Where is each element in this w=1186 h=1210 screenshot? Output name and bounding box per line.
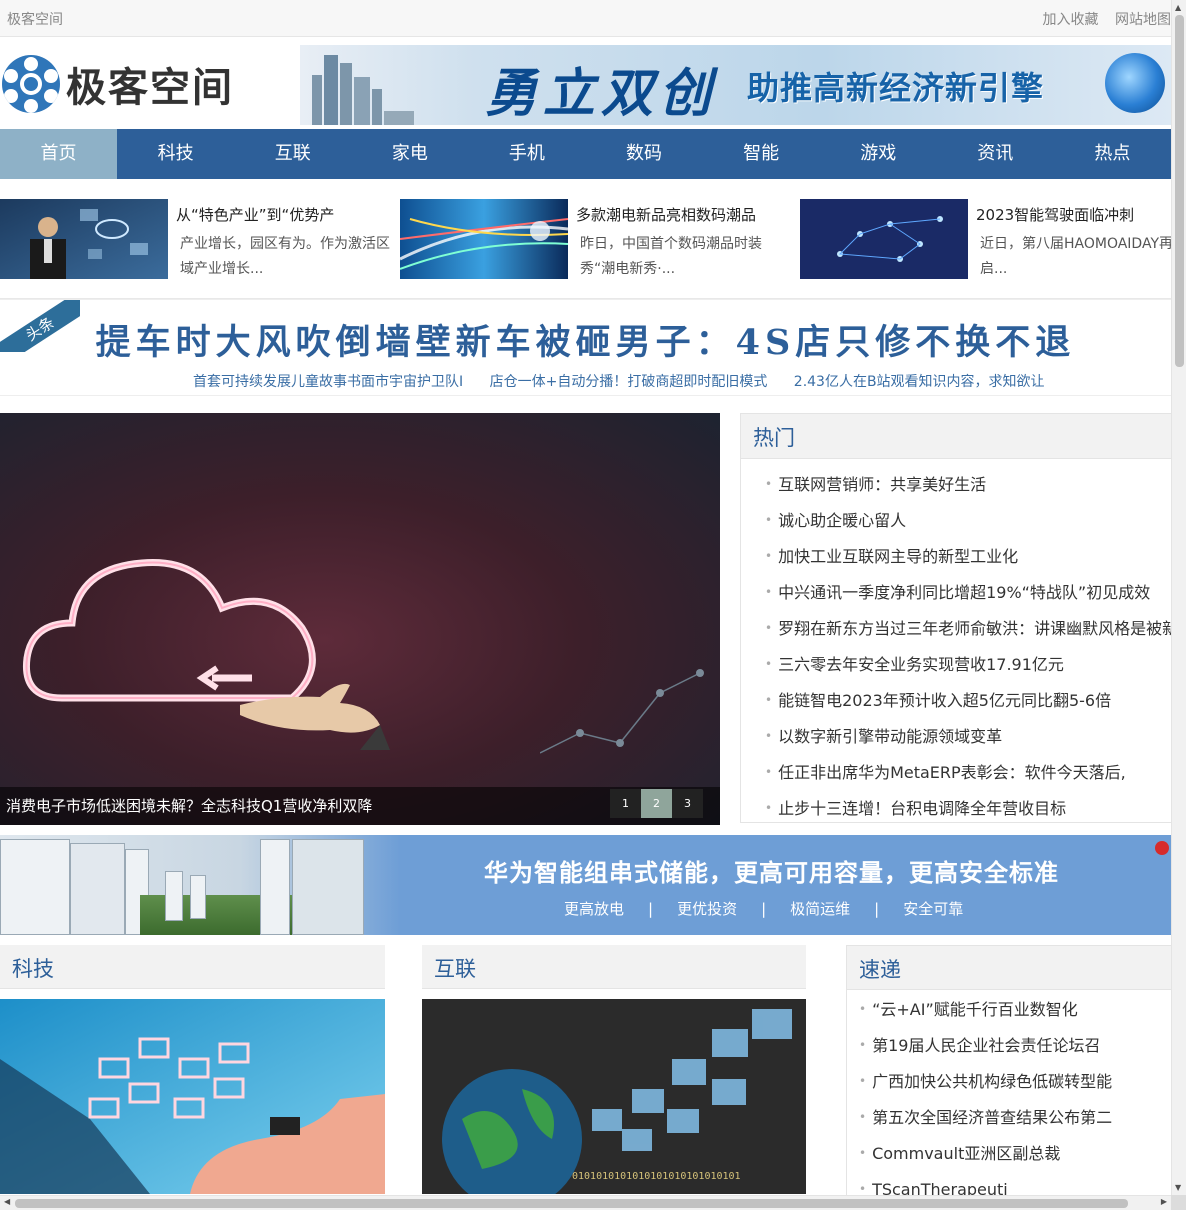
hot-box: 热门 互联网营销师：共享美好生活 诚心助企暖心留人 加快工业互联网主导的新型工业… [740,413,1171,823]
express-header: 速递 [847,946,1171,990]
top-links: 加入收藏 网站地图 [1031,9,1171,29]
tech-image[interactable] [0,999,385,1194]
feature-row: 从“特色产业”到“优势产 产业增长，园区有为。作为激活区域产业增长... 多款潮… [0,179,1171,299]
hot-item[interactable]: 以数字新引擎带动能源领域变革 [765,719,1171,755]
tech-header: 科技 [0,945,385,989]
logo[interactable]: 极客空间 [2,55,234,113]
feature-title[interactable]: 2023智能驾驶面临冲刺 [976,204,1134,225]
horizontal-scrollbar[interactable]: ◀ ▶ [0,1195,1171,1210]
feature-thumbnail[interactable] [800,199,968,279]
express-list: “云+AI”赋能千行百业数智化 第19届人民企业社会责任论坛召 广西加快公共机构… [847,990,1171,1195]
banner-calligraphy: 勇立双创 [485,63,718,124]
nav-item-appliances[interactable]: 家电 [351,129,468,179]
nav-item-mobile[interactable]: 手机 [468,129,585,179]
internet-title[interactable]: 互联 [434,953,476,983]
headline-subs: 首套可持续发展儿童故事书面市宇宙护卫队I 店仓一体+自动分播！打破商超即时配旧模… [193,371,1067,391]
nav-item-home[interactable]: 首页 [0,129,118,179]
logo-icon [2,55,60,113]
ad-image [0,835,400,935]
express-title[interactable]: 速递 [859,954,901,984]
nav-item-tech[interactable]: 科技 [117,129,234,179]
site-name: 极客空间 [7,12,63,28]
internet-header: 互联 [422,945,806,989]
hot-item[interactable]: 任正非出席华为MetaERP表彰会：软件今天落后, [765,755,1171,791]
main-row: 消费电子市场低迷困境未解？全志科技Q1营收净利双降 1 2 3 热门 互联网营销… [0,413,1171,835]
banner-slogan: 助推高新经济新引擎 [747,69,1045,107]
nav-item-games[interactable]: 游戏 [820,129,937,179]
feature-card[interactable]: 2023智能驾驶面临冲刺 近日，第八届HAOMOAIDAY再开启... [800,199,1171,279]
tech-column: 科技 [0,945,385,1194]
scrollbar-corner [1171,1195,1186,1210]
scroll-left-icon[interactable]: ◀ [4,1197,10,1206]
header: 极客空间 勇立双创 助推高新经济新引擎 [0,37,1171,129]
headline-sub-link[interactable]: 首套可持续发展儿童故事书面市宇宙护卫队I [193,374,463,390]
vertical-scroll-thumb[interactable] [1175,15,1184,367]
nav-item-news[interactable]: 资讯 [937,129,1054,179]
hot-item[interactable]: 中兴通讯一季度净利同比增超19%“特战队”初见成效 [765,575,1171,611]
headline-title[interactable]: 提车时大风吹倒墙壁新车被砸男子：4S店只修不换不退 [0,314,1171,365]
hot-item[interactable]: 止步十三连增！台积电调降全年营收目标 [765,791,1171,827]
express-item[interactable]: TScanTherapeuti [859,1172,1171,1195]
ad-features: 更高放电 | 更优投资 | 极简运维 | 安全可靠 [564,900,964,918]
hot-item[interactable]: 加快工业互联网主导的新型工业化 [765,539,1171,575]
internet-column: 互联 0101010101010101010101010101 [422,945,806,1194]
feature-title[interactable]: 多款潮电新品亮相数码潮品 [576,204,756,225]
vertical-scrollbar[interactable]: ▲ ▼ [1171,0,1186,1195]
hot-item[interactable]: 互联网营销师：共享美好生活 [765,467,1171,503]
hot-item[interactable]: 三六零去年安全业务实现营收17.91亿元 [765,647,1171,683]
add-favorite-link[interactable]: 加入收藏 [1043,12,1099,28]
tech-title[interactable]: 科技 [12,953,54,983]
hot-item[interactable]: 能链智电2023年预计收入超5亿元同比翻5-6倍 [765,683,1171,719]
page: 极客空间 加入收藏 网站地图 极客空间 勇立双创 助推高新经济新引擎 首页 科技… [0,0,1171,1195]
feature-title[interactable]: 从“特色产业”到“优势产 [176,204,334,225]
internet-image[interactable]: 0101010101010101010101010101 [422,999,806,1194]
headline-sub-link[interactable]: 2.43亿人在B站观看知识内容，求知欲让 [794,374,1045,390]
hot-header: 热门 [741,414,1171,459]
express-column: 速递 “云+AI”赋能千行百业数智化 第19届人民企业社会责任论坛召 广西加快公… [846,945,1171,1195]
top-bar: 极客空间 加入收藏 网站地图 [0,0,1171,37]
feature-thumbnail[interactable] [400,199,568,279]
slider-page-2[interactable]: 2 [641,789,672,818]
hand-image [240,683,390,750]
hot-item[interactable]: 罗翔在新东方当过三年老师俞敏洪：讲课幽默风格是被新东方 [765,611,1171,647]
feature-desc: 近日，第八届HAOMOAIDAY再开启... [980,236,1171,277]
scroll-right-icon[interactable]: ▶ [1161,1197,1167,1206]
hot-title: 热门 [753,426,795,450]
scroll-up-icon[interactable]: ▲ [1175,3,1181,12]
image-slider[interactable]: 消费电子市场低迷困境未解？全志科技Q1营收净利双降 1 2 3 [0,413,720,825]
nav-item-smart[interactable]: 智能 [703,129,820,179]
express-item[interactable]: 第19届人民企业社会责任论坛召 [859,1028,1171,1064]
express-item[interactable]: “云+AI”赋能千行百业数智化 [859,992,1171,1028]
nav-item-internet[interactable]: 互联 [234,129,351,179]
express-item[interactable]: Commvault亚洲区副总裁 [859,1136,1171,1172]
slider-pagination: 1 2 3 [610,789,703,818]
feature-card[interactable]: 从“特色产业”到“优势产 产业增长，园区有为。作为激活区域产业增长... [0,199,400,279]
nav-item-hot[interactable]: 热点 [1054,129,1171,179]
header-banner[interactable]: 勇立双创 助推高新经济新引擎 [300,45,1171,125]
hot-list: 互联网营销师：共享美好生活 诚心助企暖心留人 加快工业互联网主导的新型工业化 中… [741,459,1171,827]
huawei-logo-icon [1155,841,1169,855]
headline-sub-link[interactable]: 店仓一体+自动分播！打破商超即时配旧模式 [490,374,768,390]
ad-banner[interactable]: 华为智能组串式储能，更高可用容量，更高安全标准 更高放电 | 更优投资 | 极简运维 | 安… [0,835,1171,935]
feature-desc: 产业增长，园区有为。作为激活区域产业增长... [180,236,390,277]
express-item[interactable]: 广西加快公共机构绿色低碳转型能 [859,1064,1171,1100]
hot-item[interactable]: 诚心助企暖心留人 [765,503,1171,539]
globe-icon [1105,53,1165,113]
main-nav: 首页 科技 互联 家电 手机 数码 智能 游戏 资讯 热点 [0,129,1171,179]
slider-page-1[interactable]: 1 [610,789,641,818]
horizontal-scroll-thumb[interactable] [15,1199,1128,1208]
feature-thumbnail[interactable] [0,199,168,279]
slider-page-3[interactable]: 3 [672,789,703,818]
express-item[interactable]: 第五次全国经济普查结果公布第二 [859,1100,1171,1136]
feature-card[interactable]: 多款潮电新品亮相数码潮品 昨日，中国首个数码潮品时装秀“潮电新秀·... [400,199,800,279]
feature-desc: 昨日，中国首个数码潮品时装秀“潮电新秀·... [580,236,762,277]
svg-text:0101010101010101010101010101: 0101010101010101010101010101 [572,1171,741,1182]
scroll-down-icon[interactable]: ▼ [1175,1183,1181,1192]
headline-section: 头条 提车时大风吹倒墙壁新车被砸男子：4S店只修不换不退 首套可持续发展儿童故事… [0,299,1171,396]
nav-item-digital[interactable]: 数码 [585,129,702,179]
sitemap-link[interactable]: 网站地图 [1115,12,1171,28]
ad-headline: 华为智能组串式储能，更高可用容量，更高安全标准 [484,859,1059,887]
logo-text: 极客空间 [66,65,234,111]
bottom-columns: 科技 互联 0101010101010101010101010101 速递 • … [0,945,1171,1195]
